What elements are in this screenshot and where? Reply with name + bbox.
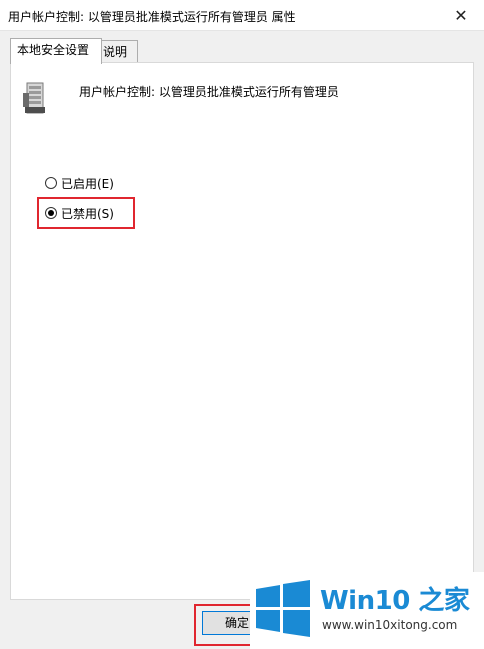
tab-local-security-setting[interactable]: 本地安全设置 xyxy=(10,38,102,64)
close-button[interactable]: ✕ xyxy=(438,0,484,30)
server-policy-icon xyxy=(23,82,45,114)
policy-name: 用户帐户控制: 以管理员批准模式运行所有管理员 xyxy=(79,85,339,99)
radio-circle-disabled[interactable] xyxy=(45,207,57,219)
window-title: 用户帐户控制: 以管理员批准模式运行所有管理员 属性 xyxy=(8,10,296,24)
close-icon: ✕ xyxy=(454,5,468,25)
radio-enabled[interactable]: 已启用(E) xyxy=(45,173,114,193)
radio-disabled[interactable]: 已禁用(S) xyxy=(45,203,114,223)
radio-label-disabled: 已禁用(S) xyxy=(61,206,114,221)
radio-label-enabled: 已启用(E) xyxy=(61,176,114,191)
title-bar: 用户帐户控制: 以管理员批准模式运行所有管理员 属性 ✕ xyxy=(0,0,484,31)
settings-panel: 用户帐户控制: 以管理员批准模式运行所有管理员 已启用(E) 已禁用(S) xyxy=(10,62,474,600)
tab-explain[interactable]: 说明 xyxy=(96,40,138,63)
watermark-brand: Win10 之家 xyxy=(320,586,470,616)
watermark: Win10 之家 www.win10xitong.com xyxy=(250,572,484,649)
watermark-url: www.win10xitong.com xyxy=(322,618,458,632)
windows-logo-icon xyxy=(256,580,310,637)
radio-circle-enabled[interactable] xyxy=(45,177,57,189)
